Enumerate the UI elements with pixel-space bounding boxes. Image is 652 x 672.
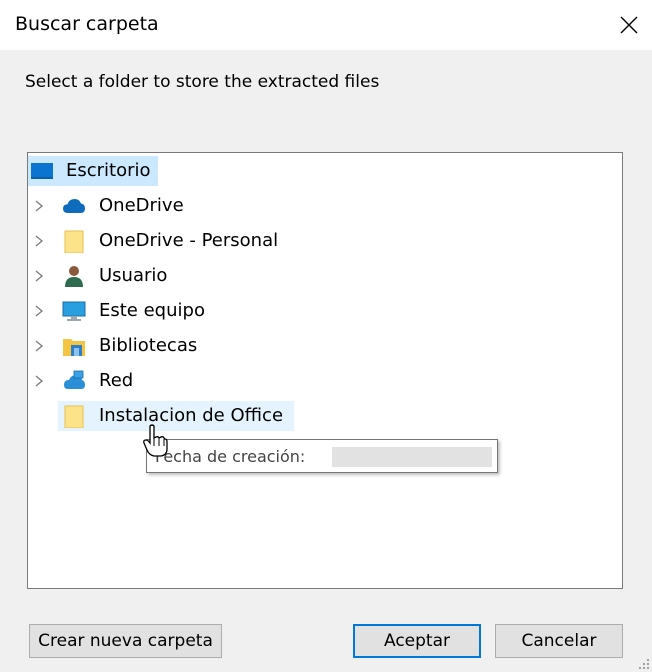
cancel-button[interactable]: Cancelar bbox=[495, 624, 623, 658]
folder-icon bbox=[64, 405, 84, 428]
tree-item-label: OneDrive bbox=[99, 195, 184, 216]
tree-item-bibliotecas[interactable]: Bibliotecas bbox=[28, 329, 622, 363]
resize-grip-icon[interactable] bbox=[636, 656, 650, 670]
tree-item-red[interactable]: Red bbox=[28, 364, 622, 398]
new-folder-button[interactable]: Crear nueva carpeta bbox=[29, 624, 222, 658]
library-icon bbox=[63, 339, 85, 356]
network-icon bbox=[64, 370, 85, 389]
chevron-right-icon[interactable] bbox=[32, 339, 46, 353]
chevron-right-icon[interactable] bbox=[32, 199, 46, 213]
window-title: Buscar carpeta bbox=[15, 13, 159, 35]
desktop-icon bbox=[31, 163, 53, 179]
close-icon bbox=[620, 16, 638, 34]
computer-icon bbox=[62, 301, 86, 321]
tree-item-onedrive[interactable]: OneDrive bbox=[28, 189, 622, 223]
tree-item-label: Instalacion de Office bbox=[99, 405, 284, 426]
tree-item-instalacion-de-office[interactable]: Instalacion de Office bbox=[28, 399, 622, 433]
tree-item-label: Escritorio bbox=[66, 160, 151, 181]
tree-item-label: Bibliotecas bbox=[99, 335, 198, 356]
dialog-prompt: Select a folder to store the extracted f… bbox=[25, 72, 380, 92]
folder-tree[interactable]: Escritorio OneDrive OneDrive - Personal … bbox=[27, 152, 623, 589]
tree-item-escritorio[interactable]: Escritorio bbox=[28, 154, 622, 188]
folder-icon bbox=[64, 230, 84, 253]
user-icon bbox=[65, 266, 83, 287]
tree-item-label: Red bbox=[99, 370, 134, 391]
tree-item-onedrive-personal[interactable]: OneDrive - Personal bbox=[28, 224, 622, 258]
tree-item-este-equipo[interactable]: Este equipo bbox=[28, 294, 622, 328]
tree-item-label: OneDrive - Personal bbox=[99, 230, 279, 251]
close-button[interactable] bbox=[606, 0, 652, 50]
cloud-icon bbox=[63, 199, 85, 213]
ok-button[interactable]: Aceptar bbox=[353, 624, 481, 658]
chevron-right-icon[interactable] bbox=[32, 234, 46, 248]
tree-item-label: Usuario bbox=[99, 265, 168, 286]
chevron-right-icon[interactable] bbox=[32, 304, 46, 318]
tooltip-label: Fecha de creación: bbox=[155, 447, 306, 466]
tree-item-label: Este equipo bbox=[99, 300, 205, 321]
tooltip-value-redacted bbox=[332, 447, 492, 467]
chevron-right-icon[interactable] bbox=[32, 374, 46, 388]
tooltip: Fecha de creación: bbox=[146, 439, 498, 473]
title-bar: Buscar carpeta bbox=[0, 0, 652, 50]
chevron-right-icon[interactable] bbox=[32, 269, 46, 283]
hand-cursor-icon bbox=[143, 424, 168, 457]
tree-item-usuario[interactable]: Usuario bbox=[28, 259, 622, 293]
